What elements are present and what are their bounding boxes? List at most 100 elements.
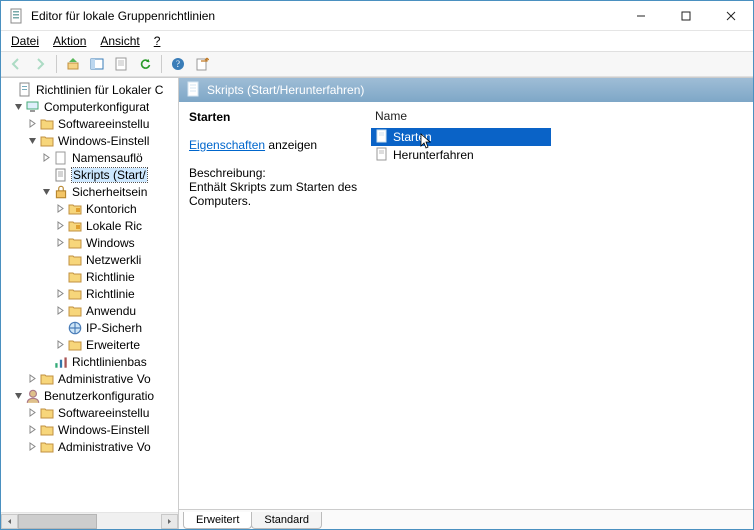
forward-button[interactable] xyxy=(29,53,51,75)
folder-icon xyxy=(39,116,55,132)
properties-button[interactable] xyxy=(110,53,132,75)
chevron-right-icon[interactable] xyxy=(25,408,39,417)
selection-title: Starten xyxy=(189,110,359,124)
chevron-right-icon[interactable] xyxy=(53,289,67,298)
folder-icon xyxy=(39,133,55,149)
window-title: Editor für lokale Gruppenrichtlinien xyxy=(31,9,618,23)
tree-scripts[interactable]: Skripts (Start/ xyxy=(1,166,178,183)
details-header: Skripts (Start/Herunterfahren) xyxy=(179,78,753,102)
tree-pane: Richtlinien für Lokaler C Computerkonfig… xyxy=(1,77,179,529)
tree-computer-config[interactable]: Computerkonfigurat xyxy=(1,98,178,115)
chevron-right-icon[interactable] xyxy=(25,425,39,434)
scroll-left-button[interactable] xyxy=(1,514,18,529)
menu-help[interactable]: ? xyxy=(148,32,167,50)
tree-item[interactable]: Netzwerkli xyxy=(1,251,178,268)
chart-icon xyxy=(53,354,69,370)
scripts-icon xyxy=(53,167,69,183)
properties-line: Eigenschaften anzeigen xyxy=(189,138,359,152)
sheet-icon xyxy=(53,150,69,166)
chevron-right-icon[interactable] xyxy=(53,204,67,213)
folder-icon xyxy=(39,371,55,387)
window-controls xyxy=(618,1,753,30)
chevron-down-icon[interactable] xyxy=(11,391,25,400)
tree-item[interactable]: Lokale Ric xyxy=(1,217,178,234)
folder-icon xyxy=(39,422,55,438)
item-list: Name Starten Herunterfahren xyxy=(369,102,753,509)
chevron-down-icon[interactable] xyxy=(11,102,25,111)
properties-link[interactable]: Eigenschaften xyxy=(189,138,265,152)
tree-item[interactable]: Windows xyxy=(1,234,178,251)
folder-icon xyxy=(67,269,83,285)
body: Richtlinien für Lokaler C Computerkonfig… xyxy=(1,77,753,529)
folder-icon xyxy=(67,252,83,268)
description-label: Beschreibung: xyxy=(189,166,359,180)
chevron-down-icon[interactable] xyxy=(25,136,39,145)
menu-view[interactable]: Ansicht xyxy=(94,32,145,50)
horizontal-scrollbar[interactable] xyxy=(1,512,178,529)
tree-item[interactable]: Softwareeinstellu xyxy=(1,404,178,421)
minimize-button[interactable] xyxy=(618,1,663,30)
tree-user-config[interactable]: Benutzerkonfiguratio xyxy=(1,387,178,404)
chevron-right-icon[interactable] xyxy=(25,119,39,128)
maximize-button[interactable] xyxy=(663,1,708,30)
tree-item[interactable]: Kontorich xyxy=(1,200,178,217)
show-hide-tree-button[interactable] xyxy=(86,53,108,75)
chevron-right-icon[interactable] xyxy=(53,238,67,247)
chevron-right-icon[interactable] xyxy=(53,340,67,349)
details-content: Starten Eigenschaften anzeigen Beschreib… xyxy=(179,102,753,509)
back-button[interactable] xyxy=(5,53,27,75)
menubar: Datei Aktion Ansicht ? xyxy=(1,31,753,51)
tree-item[interactable]: Windows-Einstell xyxy=(1,421,178,438)
policy-icon xyxy=(17,82,33,98)
folder-icon xyxy=(67,235,83,251)
tree-root[interactable]: Richtlinien für Lokaler C xyxy=(1,81,178,98)
scripts-icon xyxy=(185,81,201,100)
close-button[interactable] xyxy=(708,1,753,30)
folder-icon xyxy=(67,286,83,302)
tree-item[interactable]: Administrative Vo xyxy=(1,438,178,455)
chevron-right-icon[interactable] xyxy=(25,374,39,383)
chevron-right-icon[interactable] xyxy=(53,221,67,230)
scroll-thumb[interactable] xyxy=(18,514,97,529)
menu-action[interactable]: Aktion xyxy=(47,32,92,50)
tree-security[interactable]: Sicherheitsein xyxy=(1,183,178,200)
details-title: Skripts (Start/Herunterfahren) xyxy=(207,83,364,97)
folder-icon xyxy=(67,337,83,353)
user-icon xyxy=(25,388,41,404)
chevron-down-icon[interactable] xyxy=(39,187,53,196)
up-button[interactable] xyxy=(62,53,84,75)
column-header-name[interactable]: Name xyxy=(369,102,753,126)
folder-lock-icon xyxy=(67,201,83,217)
tree-item[interactable]: Richtlinie xyxy=(1,285,178,302)
tree-item[interactable]: Administrative Vo xyxy=(1,370,178,387)
toolbar-separator xyxy=(56,55,57,73)
scroll-right-button[interactable] xyxy=(161,514,178,529)
refresh-button[interactable] xyxy=(134,53,156,75)
lock-icon xyxy=(53,184,69,200)
folder-lock-icon xyxy=(67,218,83,234)
tree[interactable]: Richtlinien für Lokaler C Computerkonfig… xyxy=(1,78,178,512)
network-icon xyxy=(67,320,83,336)
toolbar: ? xyxy=(1,51,753,77)
export-button[interactable] xyxy=(191,53,213,75)
chevron-right-icon[interactable] xyxy=(25,442,39,451)
tab-extended[interactable]: Erweitert xyxy=(183,512,252,529)
list-item-start[interactable]: Starten xyxy=(371,128,551,146)
tab-standard[interactable]: Standard xyxy=(251,512,322,529)
tree-windows-settings[interactable]: Windows-Einstell xyxy=(1,132,178,149)
toolbar-separator xyxy=(161,55,162,73)
script-icon xyxy=(375,129,389,146)
titlebar: Editor für lokale Gruppenrichtlinien xyxy=(1,1,753,31)
scroll-track[interactable] xyxy=(18,514,161,529)
tree-item[interactable]: Namensauflö xyxy=(1,149,178,166)
tree-item[interactable]: Anwendu xyxy=(1,302,178,319)
tree-item[interactable]: Softwareeinstellu xyxy=(1,115,178,132)
help-button[interactable]: ? xyxy=(167,53,189,75)
menu-file[interactable]: Datei xyxy=(5,32,45,50)
tree-item[interactable]: Richtlinie xyxy=(1,268,178,285)
tree-item[interactable]: IP-Sicherh xyxy=(1,319,178,336)
chevron-right-icon[interactable] xyxy=(39,153,53,162)
tree-item[interactable]: Richtlinienbas xyxy=(1,353,178,370)
chevron-right-icon[interactable] xyxy=(53,306,67,315)
tree-item[interactable]: Erweiterte xyxy=(1,336,178,353)
